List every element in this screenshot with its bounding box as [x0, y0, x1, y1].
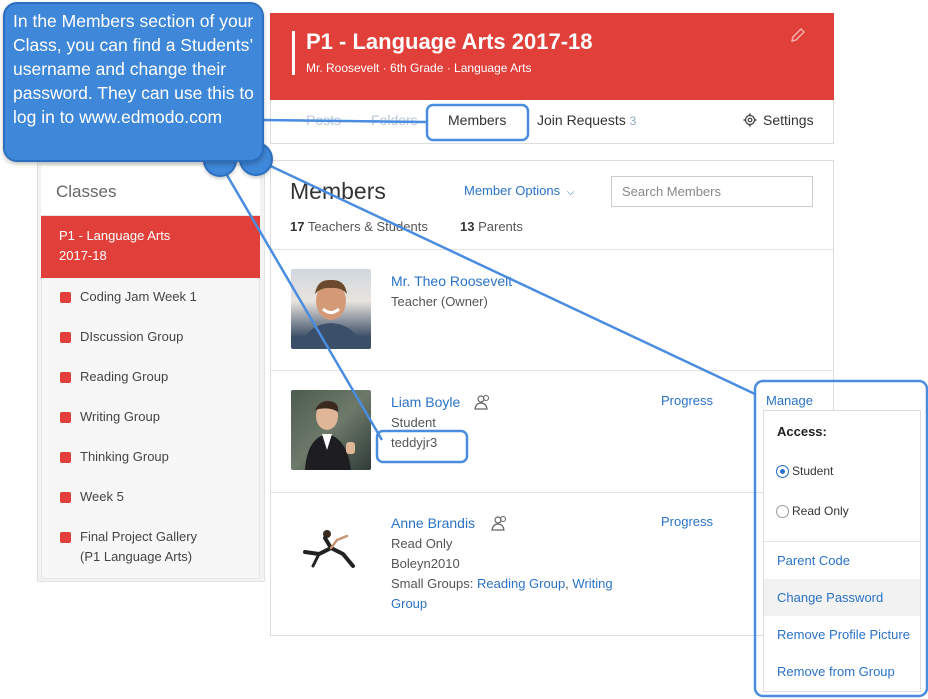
class-color-dot	[60, 292, 71, 303]
member-options-label: Member Options	[464, 183, 561, 198]
callout-text: In the Members section of your Class, yo…	[13, 11, 254, 127]
member-name-anne[interactable]: Anne Brandis	[391, 515, 475, 531]
join-requests-count: 3	[629, 114, 637, 128]
remove-from-group-link[interactable]: Remove from Group	[777, 664, 895, 679]
gear-icon	[743, 113, 757, 130]
classes-title: Classes	[56, 182, 117, 201]
search-members-input[interactable]: Search Members	[611, 176, 813, 207]
class-color-dot	[60, 492, 71, 503]
progress-link-anne[interactable]: Progress	[661, 514, 713, 529]
tab-members[interactable]: Members	[448, 112, 506, 128]
avatar	[291, 269, 371, 349]
change-password-link[interactable]: Change Password	[777, 590, 883, 605]
sidebar-item-reading[interactable]: Reading Group	[80, 367, 168, 387]
ts-count: 17	[290, 219, 305, 234]
sidebar-item-discussion[interactable]: DIscussion Group	[80, 327, 183, 347]
member-username-anne: Boleyn2010	[391, 556, 460, 571]
class-color-dot	[60, 532, 71, 543]
ts-label: Teachers & Students	[307, 219, 428, 234]
chevron-down-icon: ⌵	[566, 187, 575, 198]
pencil-icon[interactable]	[790, 27, 810, 47]
sidebar-item-final-gallery[interactable]: Final Project Gallery (P1 Language Arts)	[80, 527, 197, 567]
sidebar-item-thinking[interactable]: Thinking Group	[80, 447, 169, 467]
class-title: P1 - Language Arts 2017-18	[306, 29, 593, 54]
sidebar-item-coding-jam[interactable]: Coding Jam Week 1	[80, 287, 197, 307]
tab-join-requests[interactable]: Join Requests 3	[537, 112, 636, 128]
class-color-dot	[60, 412, 71, 423]
radio-read-only-label: Read Only	[792, 504, 849, 518]
tab-posts[interactable]: Posts	[306, 112, 341, 128]
avatar	[291, 512, 371, 592]
small-groups-icon	[491, 515, 509, 536]
group-link-writing-cont[interactable]: Group	[391, 594, 427, 614]
member-role-anne: Read Only	[391, 536, 453, 551]
settings-label: Settings	[763, 112, 814, 128]
divider	[271, 492, 833, 493]
member-username-liam: teddyjr3	[391, 435, 438, 450]
divider	[271, 370, 833, 371]
class-subtitle: Mr. Roosevelt · 6th Grade · Language Art…	[306, 61, 532, 75]
sidebar-item-week5[interactable]: Week 5	[80, 487, 124, 507]
avatar	[291, 390, 371, 470]
member-options-button[interactable]: Member Options ⌵	[464, 183, 574, 198]
member-role-teacher: Teacher (Owner)	[391, 294, 488, 309]
header-accent-bar	[292, 31, 295, 75]
radio-read-only[interactable]	[776, 505, 789, 518]
tab-folders[interactable]: Folders	[371, 112, 418, 128]
class-color-dot	[60, 372, 71, 383]
final-gallery-label: Final Project Gallery	[80, 529, 198, 544]
members-title: Members	[290, 178, 386, 204]
parents-num: 13	[460, 219, 475, 234]
group-link-reading[interactable]: Reading Group	[477, 576, 565, 591]
progress-link-liam[interactable]: Progress	[661, 393, 713, 408]
member-name-teacher[interactable]: Mr. Theo Roosevelt	[391, 273, 512, 289]
class-header-banner	[270, 13, 834, 100]
parents-count: 13 Parents	[460, 219, 523, 234]
sidebar-item-active-class[interactable]: P1 - Language Arts 2017-18	[41, 216, 260, 278]
final-gallery-sub: (P1 Language Arts)	[80, 549, 193, 564]
member-name-liam[interactable]: Liam Boyle	[391, 394, 460, 410]
parent-code-link[interactable]: Parent Code	[777, 553, 850, 568]
tab-settings[interactable]: Settings	[743, 112, 814, 130]
radio-student[interactable]	[776, 465, 789, 478]
teachers-students-count: 17 Teachers & Students	[290, 219, 428, 234]
parents-label: Parents	[478, 219, 523, 234]
small-groups-label: Small Groups:	[391, 576, 474, 591]
divider	[271, 249, 833, 250]
group-link-writing[interactable]: Writing	[572, 576, 612, 591]
member-role-liam: Student	[391, 415, 436, 430]
active-class-line1: P1 - Language Arts	[59, 228, 171, 243]
small-groups-icon	[474, 394, 492, 415]
member-groups-anne: Small Groups: Reading Group, Writing	[391, 576, 613, 591]
dropdown-divider	[764, 541, 920, 542]
class-color-dot	[60, 452, 71, 463]
sidebar-item-writing[interactable]: Writing Group	[80, 407, 160, 427]
manage-link[interactable]: Manage	[766, 393, 813, 408]
manage-dropdown	[763, 410, 921, 692]
remove-profile-picture-link[interactable]: Remove Profile Picture	[777, 627, 910, 642]
access-label: Access:	[777, 424, 827, 439]
radio-student-label: Student	[792, 464, 834, 478]
active-class-line2: 2017-18	[59, 248, 107, 263]
class-color-dot	[60, 332, 71, 343]
join-requests-label: Join Requests	[537, 112, 626, 128]
